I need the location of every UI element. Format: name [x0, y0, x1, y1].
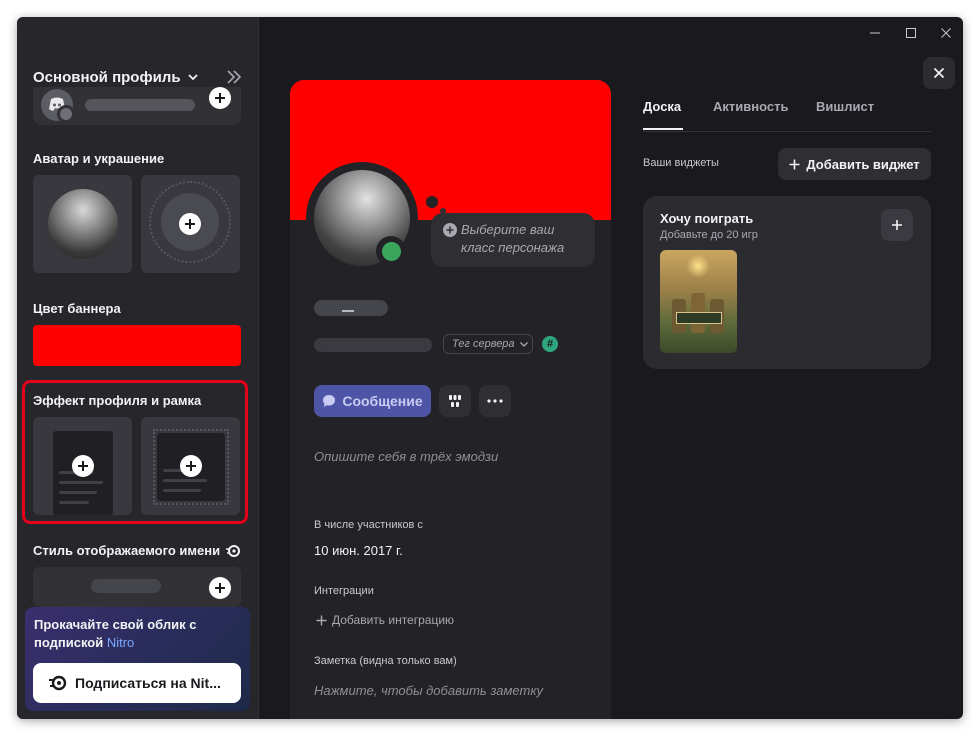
want-to-play-widget: Хочу поиграть Добавьте до 20 игр — [643, 196, 931, 369]
avatar-tile[interactable] — [33, 175, 132, 273]
server-tag-label: Тег сервера — [452, 338, 515, 350]
more-options-button[interactable] — [479, 385, 511, 417]
profile-tabs: Доска Активность Вишлист — [643, 99, 931, 132]
avatar-section-title: Аватар и украшение — [33, 151, 165, 166]
discord-logo-icon — [41, 89, 75, 123]
banner-color-swatch[interactable] — [33, 325, 241, 366]
name-style-card[interactable] — [33, 567, 241, 607]
avatar-decoration-tile[interactable] — [141, 175, 240, 273]
character-class-bubble[interactable]: Выберите ваш класс персонажа — [431, 213, 595, 267]
maximize-icon[interactable] — [903, 25, 919, 41]
note-input[interactable]: Нажмите, чтобы добавить заметку — [314, 683, 543, 698]
close-icon[interactable] — [923, 57, 955, 89]
game-cover-image[interactable] — [660, 250, 737, 353]
active-tab-indicator — [643, 128, 683, 130]
send-message-button[interactable]: Сообщение — [314, 385, 431, 417]
emoji-description-prompt[interactable]: Опишите себя в трёх эмодзи — [314, 449, 498, 464]
add-frame-icon — [180, 455, 202, 477]
blurred-user-tag — [314, 338, 432, 352]
add-widget-button[interactable]: Добавить виджет — [778, 148, 931, 180]
online-status-indicator — [376, 236, 406, 266]
nitro-promo-panel: Прокачайте свой облик с подпиской Nitro … — [25, 607, 250, 711]
add-decoration-icon — [179, 213, 201, 235]
tab-board[interactable]: Доска — [643, 99, 681, 114]
add-game-button[interactable] — [881, 209, 913, 241]
add-integration-link[interactable]: Добавить интеграцию — [316, 613, 454, 627]
profile-selector-label: Основной профиль — [33, 68, 181, 86]
profile-frame-tile[interactable] — [141, 417, 240, 515]
chat-bubble-icon — [323, 395, 336, 407]
nitro-icon — [226, 544, 241, 557]
chevron-down-icon — [519, 342, 528, 347]
plus-icon — [316, 615, 327, 625]
plus-icon — [789, 159, 800, 169]
add-integration-label: Добавить интеграцию — [332, 613, 455, 627]
hash-badge: # — [542, 336, 558, 352]
banner-section-title: Цвет баннера — [33, 301, 121, 316]
profile-selector[interactable]: Основной профиль — [33, 69, 199, 86]
plus-icon — [443, 223, 457, 237]
add-server-profile-icon[interactable] — [209, 87, 231, 109]
tab-wishlist[interactable]: Вишлист — [816, 99, 874, 114]
username-underscore — [342, 310, 354, 312]
chevron-down-icon — [187, 74, 198, 81]
member-since-label: В числе участников с — [314, 519, 423, 531]
profile-preview-card: Выберите ваш класс персонажа Тег сервера… — [290, 80, 611, 719]
avatar-image — [48, 189, 118, 259]
subscribe-nitro-button[interactable]: Подписаться на Nit... — [33, 663, 241, 703]
add-widget-label: Добавить виджет — [806, 156, 920, 172]
voice-call-button[interactable] — [439, 385, 471, 417]
note-label: Заметка (видна только вам) — [314, 655, 457, 667]
member-since-value: 10 июн. 2017 г. — [314, 543, 403, 558]
status-dot — [57, 105, 75, 123]
add-name-style-icon — [209, 577, 231, 599]
nitro-promo-text: Прокачайте свой облик с подпиской Nitro — [34, 616, 234, 652]
tab-activity[interactable]: Активность — [713, 99, 788, 114]
blurred-name — [85, 99, 195, 111]
profile-settings-sidebar: Основной профиль Аватар и украшение Цвет… — [17, 17, 259, 719]
server-tag-selector[interactable]: Тег сервера — [443, 334, 533, 354]
plus-icon — [892, 220, 902, 230]
profile-avatar-frame — [306, 162, 418, 274]
nitro-icon — [49, 675, 67, 691]
widgets-label: Ваши виджеты — [643, 157, 719, 169]
integrations-label: Интеграции — [314, 585, 374, 597]
blurred-username — [314, 300, 388, 316]
name-style-label: Стиль отображаемого имени — [33, 543, 221, 558]
class-prompt-text: Выберите ваш класс персонажа — [461, 222, 565, 255]
close-window-icon[interactable] — [938, 25, 954, 41]
add-effect-icon — [72, 455, 94, 477]
profile-editor-window: Основной профиль Аватар и украшение Цвет… — [17, 17, 963, 719]
blurred-display-name — [91, 579, 161, 593]
minimize-icon[interactable] — [867, 25, 883, 41]
name-style-section-title: Стиль отображаемого имени — [33, 543, 241, 558]
voice-icon — [449, 395, 461, 407]
subscribe-nitro-label: Подписаться на Nit... — [75, 675, 221, 691]
profile-effect-tile[interactable] — [33, 417, 132, 515]
bubble-dot — [426, 196, 438, 208]
collapse-sidebar-icon[interactable] — [225, 68, 243, 86]
widget-subtitle: Добавьте до 20 игр — [660, 229, 758, 241]
sidebar-header: Основной профиль — [33, 65, 243, 89]
effect-section-title: Эффект профиля и рамка — [33, 393, 202, 408]
more-icon — [487, 399, 503, 403]
nitro-promo-highlight: Nitro — [106, 635, 135, 650]
send-message-label: Сообщение — [342, 393, 423, 409]
widget-title: Хочу поиграть — [660, 211, 754, 226]
server-profile-preview-card — [33, 87, 241, 125]
